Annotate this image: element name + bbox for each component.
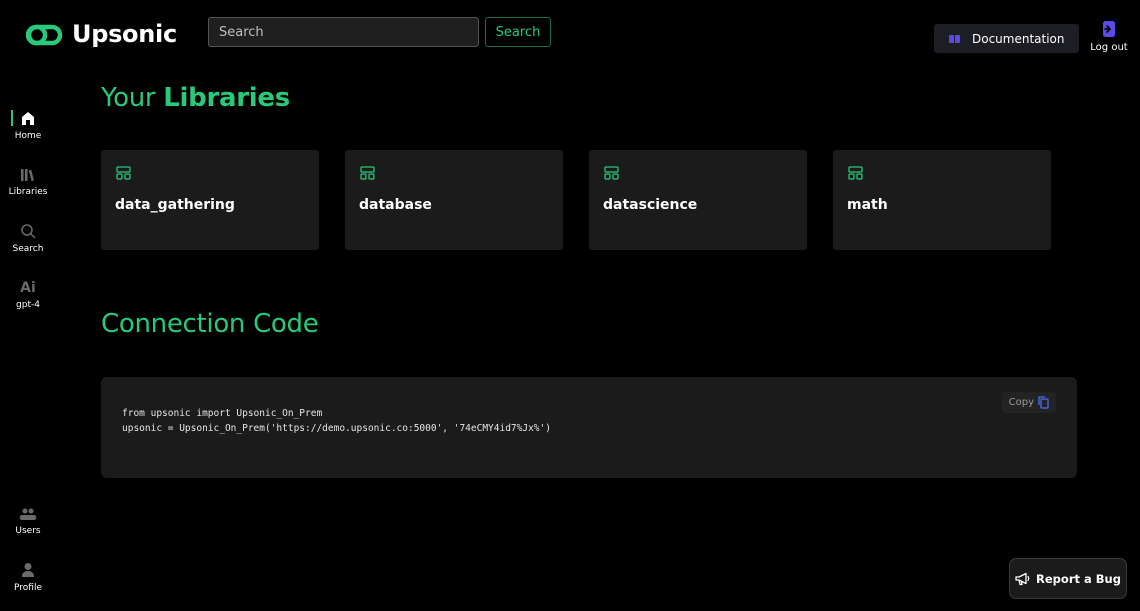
report-bug-button[interactable]: Report a Bug xyxy=(1009,558,1127,599)
sidebar-label-search: Search xyxy=(12,244,44,254)
code-line-import: from upsonic import Upsonic_On_Prem xyxy=(122,408,323,419)
library-icon xyxy=(848,166,863,180)
library-icon xyxy=(604,166,619,180)
search-input[interactable] xyxy=(208,17,479,47)
copy-label: Copy xyxy=(1008,397,1034,408)
profile-icon xyxy=(22,563,34,577)
library-card-data-gathering[interactable]: data_gathering xyxy=(101,150,319,250)
sidebar-label-gpt4: gpt-4 xyxy=(16,300,40,310)
library-name: data_gathering xyxy=(115,197,235,213)
logout-label: Log out xyxy=(1090,42,1128,53)
sidebar-item-search[interactable]: Search xyxy=(0,223,56,254)
megaphone-icon xyxy=(1015,572,1030,585)
library-name: datascience xyxy=(603,197,698,213)
libraries-icon xyxy=(21,169,35,182)
library-card-math[interactable]: math xyxy=(833,150,1051,250)
connection-code[interactable]: from upsonic import Upsonic_On_Prem upso… xyxy=(122,406,551,436)
brand-name: Upsonic xyxy=(72,20,177,48)
libraries-heading: Your Libraries xyxy=(101,83,290,113)
sidebar-label-home: Home xyxy=(14,131,42,141)
library-name: math xyxy=(847,197,888,213)
sidebar-label-profile: Profile xyxy=(14,583,42,593)
sidebar-item-home[interactable]: Home xyxy=(0,110,56,141)
documentation-button[interactable]: Documentation xyxy=(934,24,1079,53)
library-card-datascience[interactable]: datascience xyxy=(589,150,807,250)
logout-button[interactable]: Log out xyxy=(1089,20,1129,53)
library-icon xyxy=(116,166,131,180)
brand-logo[interactable]: Upsonic xyxy=(26,19,177,49)
sidebar-item-gpt4[interactable]: Ai gpt-4 xyxy=(0,281,56,310)
logout-icon xyxy=(1103,21,1115,37)
copy-icon xyxy=(1038,396,1049,409)
search-icon xyxy=(21,224,36,239)
library-card-database[interactable]: database xyxy=(345,150,563,250)
ai-icon: Ai xyxy=(20,280,36,296)
connection-code-block: from upsonic import Upsonic_On_Prem upso… xyxy=(101,377,1077,478)
sidebar-label-libraries: Libraries xyxy=(8,187,48,197)
sidebar-item-profile[interactable]: Profile xyxy=(0,562,56,593)
cloud-logo-icon xyxy=(26,24,63,46)
users-icon xyxy=(20,508,36,520)
documentation-label: Documentation xyxy=(972,31,1065,46)
code-line-instance: upsonic = Upsonic_On_Prem('https://demo.… xyxy=(122,423,551,434)
library-icon xyxy=(360,166,375,180)
sidebar-label-users: Users xyxy=(15,526,41,536)
sidebar-item-users[interactable]: Users xyxy=(0,507,56,536)
connection-code-heading: Connection Code xyxy=(101,309,319,339)
copy-button[interactable]: Copy xyxy=(1001,392,1056,413)
search-button[interactable]: Search xyxy=(485,17,551,47)
report-bug-label: Report a Bug xyxy=(1036,571,1121,586)
library-name: database xyxy=(359,197,432,213)
sidebar-item-libraries[interactable]: Libraries xyxy=(0,168,56,197)
book-icon xyxy=(949,34,960,43)
home-icon xyxy=(22,112,34,125)
